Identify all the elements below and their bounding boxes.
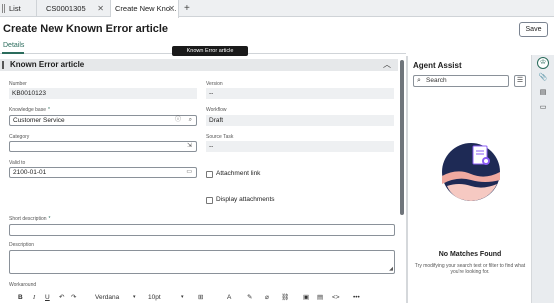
tab-details[interactable]: Details (3, 42, 24, 49)
agent-assist-icon[interactable]: ♔ (537, 57, 549, 69)
image-icon[interactable]: ▣ (303, 292, 309, 303)
label-text: Knowledge base (9, 107, 46, 113)
document-icon[interactable]: ▤ (537, 87, 549, 99)
drag-handle-icon (2, 61, 4, 69)
tab-create-known-error[interactable]: Create New Kno... ✕ (111, 0, 179, 18)
table-icon[interactable]: ⊞ (198, 292, 203, 303)
no-matches-illustration (442, 143, 500, 201)
valid-to-value: 2100-01-01 (13, 169, 47, 176)
tab-label: List (9, 4, 21, 13)
attachment-icon[interactable]: 📎 (537, 72, 549, 84)
chevron-down-icon: ▾ (181, 294, 184, 300)
close-icon[interactable]: ✕ (97, 0, 104, 17)
more-options-icon[interactable]: ••• (353, 292, 360, 303)
workflow-field: Draft (206, 115, 394, 126)
workflow-label: Workflow (206, 107, 227, 113)
panel-divider[interactable] (406, 56, 408, 303)
knowledge-base-field[interactable]: Customer Service ⓘ ⌕ (9, 115, 197, 126)
tab-label: CS0001305 (46, 4, 86, 13)
section-header[interactable]: Known Error article ︿ (0, 59, 398, 71)
display-attachments-label: Display attachments (216, 196, 275, 203)
undo-icon[interactable]: ↶ (59, 292, 64, 303)
tab-label: Create New Kno... (115, 4, 177, 13)
section-title: Known Error article (10, 60, 85, 69)
knowledge-base-value: Customer Service (13, 117, 65, 124)
code-icon[interactable]: <> (332, 292, 340, 303)
tab-cs0001305[interactable]: CS0001305 ✕ (37, 0, 111, 17)
knowledge-base-label: Knowledge base * (9, 107, 50, 113)
highlight-icon[interactable]: ✎ (247, 292, 252, 303)
calendar-icon[interactable]: ▭ (186, 168, 192, 177)
redo-icon[interactable]: ↷ (71, 292, 76, 303)
description-label: Description (9, 242, 35, 248)
category-field[interactable]: ⇲ (9, 141, 197, 152)
category-label: Category (9, 134, 30, 140)
version-field: -- (206, 88, 394, 99)
no-matches-title: No Matches Found (438, 251, 502, 258)
video-icon[interactable]: ▤ (317, 292, 323, 303)
agent-assist-title: Agent Assist (413, 61, 462, 70)
italic-button[interactable]: I (33, 292, 35, 303)
font-size-select[interactable]: 10pt (148, 292, 161, 303)
source-task-label: Source Task (206, 134, 234, 140)
version-label: Version (206, 81, 223, 87)
search-placeholder: Search (426, 77, 447, 84)
description-textarea[interactable]: ◢ (9, 250, 395, 274)
font-family-select[interactable]: Verdana (95, 292, 119, 303)
number-label: Number (9, 81, 27, 87)
side-rail: ♔ 📎 ▤ ▭ (531, 55, 554, 303)
search-icon: ⌕ (417, 77, 421, 84)
close-icon[interactable]: ✕ (168, 0, 175, 17)
short-description-field[interactable] (9, 224, 395, 236)
underline-button[interactable]: U (45, 292, 50, 303)
search-icon[interactable]: ⌕ (189, 116, 192, 125)
resize-handle-icon[interactable]: ◢ (389, 265, 393, 274)
browser-tab-bar: List CS0001305 ✕ Create New Kno... ✕ + (0, 0, 554, 18)
link-icon[interactable]: ⛓ (281, 292, 289, 303)
form-scrollbar[interactable] (400, 60, 404, 215)
valid-to-label: Valid to (9, 160, 26, 166)
attachment-link-checkbox[interactable] (206, 171, 213, 178)
display-attachments-checkbox[interactable] (206, 197, 213, 204)
source-task-field: -- (206, 141, 394, 152)
font-color-icon[interactable]: A (227, 292, 231, 303)
info-icon[interactable]: ⓘ (175, 116, 181, 125)
agent-assist-search-input[interactable]: ⌕ Search (413, 75, 509, 87)
tab-details-underline (2, 52, 24, 54)
valid-to-field[interactable]: 2100-01-01 ▭ (9, 167, 197, 178)
chevron-down-icon: ▾ (133, 294, 136, 300)
filter-icon[interactable]: ☰ (514, 75, 526, 87)
workaround-label: Workaround (9, 282, 37, 288)
tab-list[interactable]: List (0, 0, 37, 17)
chevron-up-icon[interactable]: ︿ (383, 59, 391, 71)
tooltip: Known Error article (172, 46, 248, 56)
required-marker: * (48, 216, 51, 222)
short-description-label: Short description * (9, 216, 50, 222)
bold-button[interactable]: B (18, 292, 23, 303)
editor-toolbar: B I U ↶ ↷ Verdana ▾ 10pt ▾ ⊞ A ✎ ⌀ ⛓ ▣ ▤… (9, 292, 395, 303)
label-text: Short description (9, 216, 47, 222)
clear-format-icon[interactable]: ⌀ (265, 292, 269, 303)
number-field: KB0010123 (9, 88, 197, 99)
tree-picker-icon[interactable]: ⇲ (187, 142, 192, 151)
attachment-link-label: Attachment link (216, 170, 261, 177)
save-button[interactable]: Save (519, 22, 548, 37)
required-marker: * (47, 107, 50, 113)
card-icon[interactable]: ▭ (537, 102, 549, 114)
no-matches-hint: Try modifying your search text or filter… (414, 263, 526, 275)
tab-grip-icon (2, 4, 5, 13)
page-title: Create New Known Error article (3, 23, 169, 35)
add-tab-icon[interactable]: + (184, 0, 190, 17)
